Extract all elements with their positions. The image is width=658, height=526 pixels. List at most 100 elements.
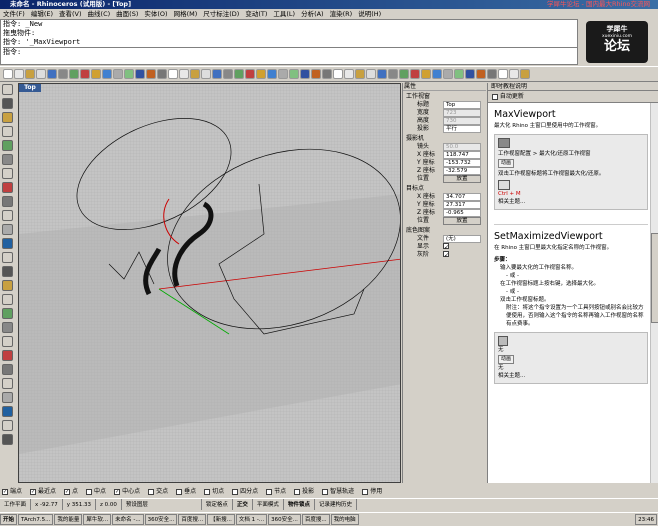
toolbar-button-icon[interactable] [322, 69, 332, 79]
toolbar-button-icon[interactable] [278, 69, 288, 79]
camera-z-field[interactable]: -32.579 [443, 167, 481, 175]
osnap-option[interactable]: 中点 [86, 486, 106, 498]
osnap-checkbox[interactable] [266, 488, 273, 495]
related-link-1[interactable]: 相关主题... [498, 198, 634, 206]
toolbar-button-icon[interactable] [366, 69, 376, 79]
osnap-checkbox[interactable]: ✓ [64, 488, 71, 495]
status-ortho[interactable]: 正交 [233, 499, 253, 510]
osnap-option[interactable]: 垂点 [176, 486, 196, 498]
osnap-option[interactable]: 交点 [148, 486, 168, 498]
toolbar-button-icon[interactable] [311, 69, 321, 79]
toolbar-button-icon[interactable] [47, 69, 57, 79]
toolbar-button-icon[interactable] [421, 69, 431, 79]
osnap-option[interactable]: 智慧轨迹 [322, 486, 354, 498]
toolbar-button-icon[interactable] [80, 69, 90, 79]
left-tool-icon[interactable] [2, 420, 13, 431]
taskbar-item[interactable]: 360安全... [268, 514, 301, 525]
toolbar-button-icon[interactable] [256, 69, 266, 79]
menu-item[interactable]: 实体(O) [144, 9, 167, 19]
taskbar-item[interactable]: 【新搜... [207, 514, 235, 525]
toolbar-button-icon[interactable] [124, 69, 134, 79]
osnap-option[interactable]: ✓ 中心点 [114, 486, 140, 498]
left-tool-icon[interactable] [2, 364, 13, 375]
menu-item[interactable]: 变动(T) [245, 9, 267, 19]
left-tool-icon[interactable] [2, 154, 13, 165]
left-tool-icon[interactable] [2, 238, 13, 249]
toolbar-button-icon[interactable] [3, 69, 13, 79]
menu-item[interactable]: 查看(V) [59, 9, 82, 19]
target-z-field[interactable]: -0.965 [443, 209, 481, 217]
toolbar-button-icon[interactable] [509, 69, 519, 79]
related-link-2[interactable]: 相关主题... [498, 372, 634, 380]
left-tool-icon[interactable] [2, 168, 13, 179]
toolbar-button-icon[interactable] [25, 69, 35, 79]
menu-item[interactable]: 曲面(S) [116, 9, 138, 19]
osnap-checkbox[interactable] [362, 488, 369, 495]
menu-item[interactable]: 曲线(C) [88, 9, 111, 19]
taskbar-item[interactable]: TArch7.5... [18, 514, 54, 525]
osnap-option[interactable]: ✓ 最近点 [30, 486, 56, 498]
left-tool-icon[interactable] [2, 140, 13, 151]
osnap-option[interactable]: 停用 [362, 486, 382, 498]
toolbar-button-icon[interactable] [91, 69, 101, 79]
toolbar-button-icon[interactable] [465, 69, 475, 79]
left-tool-icon[interactable] [2, 336, 13, 347]
help-scrollbar[interactable] [650, 103, 658, 483]
viewport-canvas[interactable] [19, 84, 401, 483]
menu-item[interactable]: 编辑(E) [31, 9, 53, 19]
toolbar-button-icon[interactable] [267, 69, 277, 79]
camera-place-button[interactable]: 放置 [443, 175, 481, 183]
menu-item[interactable]: 工具(L) [273, 9, 295, 19]
left-tool-icon[interactable] [2, 280, 13, 291]
viewport-title-tab[interactable]: Top [19, 84, 41, 92]
left-tool-icon[interactable] [2, 126, 13, 137]
toolbar-button-icon[interactable] [399, 69, 409, 79]
toolbar-button-icon[interactable] [443, 69, 453, 79]
toolbar-button-icon[interactable] [58, 69, 68, 79]
target-x-field[interactable]: 34.707 [443, 193, 481, 201]
left-tool-icon[interactable] [2, 112, 13, 123]
toolbar-button-icon[interactable] [223, 69, 233, 79]
title-field[interactable]: Top [443, 101, 481, 109]
toolbar-button-icon[interactable] [179, 69, 189, 79]
toolbar-button-icon[interactable] [520, 69, 530, 79]
toolbar-button-icon[interactable] [190, 69, 200, 79]
toolbar-button-icon[interactable] [146, 69, 156, 79]
taskbar-item[interactable]: 未命名 -... [112, 514, 144, 525]
left-tool-icon[interactable] [2, 406, 13, 417]
toolbar-button-icon[interactable] [289, 69, 299, 79]
osnap-checkbox[interactable] [148, 488, 155, 495]
osnap-option[interactable]: 四分点 [232, 486, 258, 498]
taskbar-item[interactable]: 360安全... [144, 514, 178, 525]
status-history[interactable]: 记录建构历史 [315, 499, 357, 510]
scroll-thumb[interactable] [651, 233, 658, 323]
toolbar-button-icon[interactable] [69, 69, 79, 79]
left-tool-icon[interactable] [2, 98, 13, 109]
gray-checkbox[interactable]: ✓ [443, 251, 449, 259]
toolbar-button-icon[interactable] [432, 69, 442, 79]
target-y-field[interactable]: 27.317 [443, 201, 481, 209]
toolbar-button-icon[interactable] [168, 69, 178, 79]
taskbar-item[interactable]: 我的电脑 [330, 514, 359, 525]
osnap-checkbox[interactable]: ✓ [30, 488, 37, 495]
osnap-option[interactable]: 切点 [204, 486, 224, 498]
toolbar-button-icon[interactable] [333, 69, 343, 79]
viewport-top[interactable]: Top [18, 83, 401, 483]
status-osnap[interactable]: 物件锁点 [284, 499, 315, 510]
left-tool-icon[interactable] [2, 350, 13, 361]
left-tool-icon[interactable] [2, 378, 13, 389]
menu-item[interactable]: 文件(F) [3, 9, 25, 19]
left-tool-icon[interactable] [2, 294, 13, 305]
osnap-option[interactable]: 节点 [266, 486, 286, 498]
left-tool-icon[interactable] [2, 84, 13, 95]
left-tool-icon[interactable] [2, 266, 13, 277]
osnap-checkbox[interactable] [322, 488, 329, 495]
left-tool-icon[interactable] [2, 224, 13, 235]
osnap-checkbox[interactable] [204, 488, 211, 495]
toolbar-button-icon[interactable] [157, 69, 167, 79]
command-prompt-input[interactable]: 指令: [3, 47, 577, 56]
left-tool-icon[interactable] [2, 196, 13, 207]
toolbar-button-icon[interactable] [377, 69, 387, 79]
status-planar[interactable]: 平面模式 [253, 499, 284, 510]
animation-button[interactable]: 动画 [498, 159, 515, 168]
